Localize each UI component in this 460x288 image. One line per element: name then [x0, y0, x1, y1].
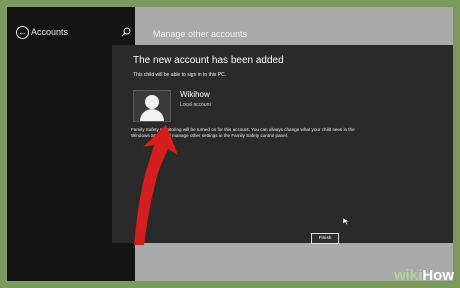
user-type: Local account: [180, 102, 211, 108]
mouse-cursor-icon: [342, 217, 350, 225]
screen: ← Accounts Manage other accounts The new…: [7, 7, 453, 281]
search-icon[interactable]: [121, 27, 131, 37]
dialog-title: The new account has been added: [133, 55, 284, 66]
wikihow-watermark: wikiHow: [394, 268, 454, 284]
page-title: Accounts: [31, 27, 69, 37]
red-pointer-arrow-icon: [134, 125, 178, 245]
user-icon: [145, 95, 159, 109]
manage-other-accounts-title: Manage other accounts: [153, 29, 248, 39]
user-icon-body: [140, 109, 164, 121]
watermark-part2: How: [422, 267, 454, 284]
watermark-part1: wiki: [393, 267, 423, 284]
avatar: [133, 90, 171, 122]
back-arrow-icon[interactable]: ←: [16, 26, 29, 39]
user-name: Wikihow: [180, 90, 210, 99]
finish-button[interactable]: Finish: [311, 233, 339, 244]
dialog-subtitle: This child will be able to sign in to th…: [133, 72, 227, 78]
